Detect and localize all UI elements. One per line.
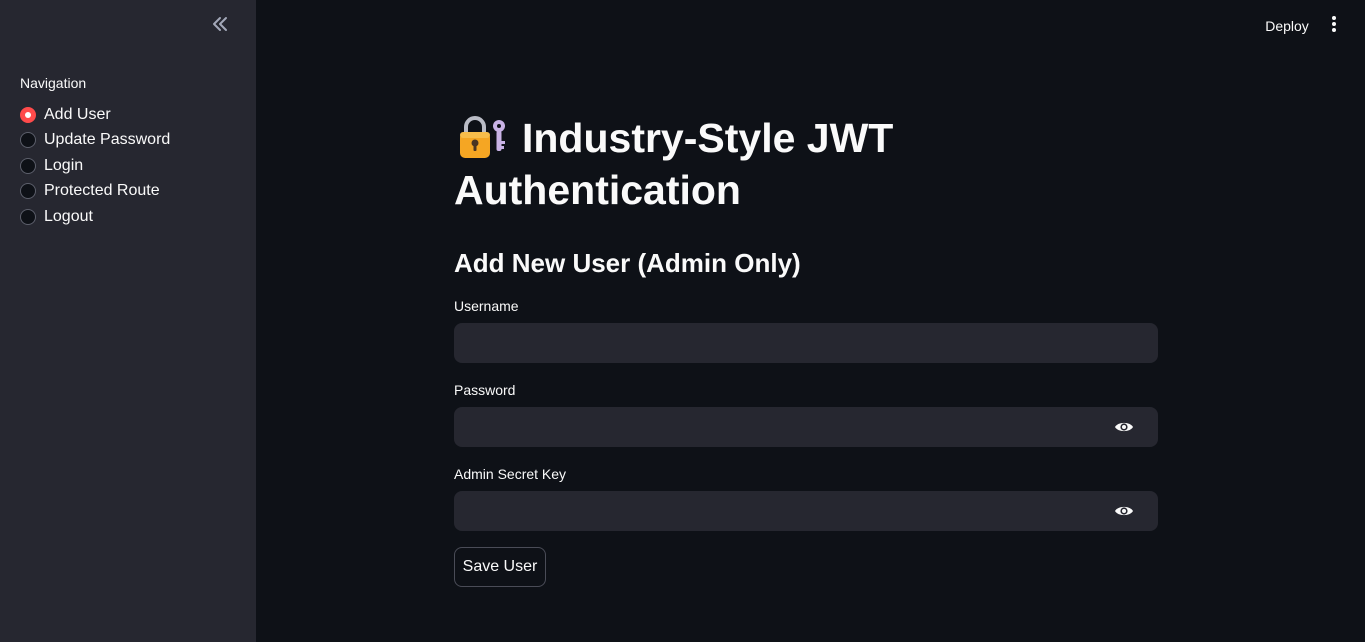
admin-secret-key-field-container (454, 491, 1158, 531)
main-menu-button[interactable] (1324, 15, 1344, 37)
navigation-label: Navigation (20, 75, 87, 91)
username-field-container (454, 323, 1158, 363)
nav-item-label: Login (44, 156, 84, 174)
nav-item-add-user[interactable]: Add User (20, 102, 170, 128)
nav-item-protected-route[interactable]: Protected Route (20, 179, 170, 205)
page-title: Industry-Style JWT Authentication (454, 112, 974, 216)
nav-item-label: Protected Route (44, 182, 160, 200)
show-admin-key-eye-icon[interactable] (1112, 501, 1136, 521)
collapse-sidebar-button[interactable] (209, 15, 231, 37)
password-field-container (454, 407, 1158, 447)
username-input[interactable] (454, 323, 1158, 363)
show-password-eye-icon[interactable] (1112, 417, 1136, 437)
admin-secret-key-label: Admin Secret Key (454, 466, 567, 482)
radio-protected-route[interactable] (20, 183, 36, 200)
nav-item-update-password[interactable]: Update Password (20, 128, 170, 154)
nav-item-label: Logout (44, 207, 93, 225)
nav-item-label: Update Password (44, 131, 171, 149)
deploy-button[interactable]: Deploy (1257, 14, 1317, 38)
page-title-text: Industry-Style JWT Authentication (454, 115, 894, 213)
lock-with-key-icon (454, 114, 510, 160)
double-chevron-left-icon (211, 15, 229, 38)
sidebar: Navigation Add User Update Password Logi… (0, 0, 256, 642)
password-label: Password (454, 382, 516, 398)
radio-add-user[interactable] (20, 106, 36, 123)
radio-logout[interactable] (20, 208, 36, 225)
navigation-radio-group: Add User Update Password Login Protected… (20, 102, 170, 230)
vertical-dots-icon (1331, 15, 1337, 38)
save-user-button[interactable]: Save User (454, 547, 546, 587)
nav-item-label: Add User (44, 105, 111, 123)
nav-item-login[interactable]: Login (20, 153, 170, 179)
password-input[interactable] (454, 407, 1158, 447)
radio-update-password[interactable] (20, 132, 36, 149)
nav-item-logout[interactable]: Logout (20, 204, 170, 230)
radio-login[interactable] (20, 157, 36, 174)
section-subtitle: Add New User (Admin Only) (454, 248, 801, 278)
username-label: Username (454, 298, 519, 314)
admin-secret-key-input[interactable] (454, 491, 1158, 531)
